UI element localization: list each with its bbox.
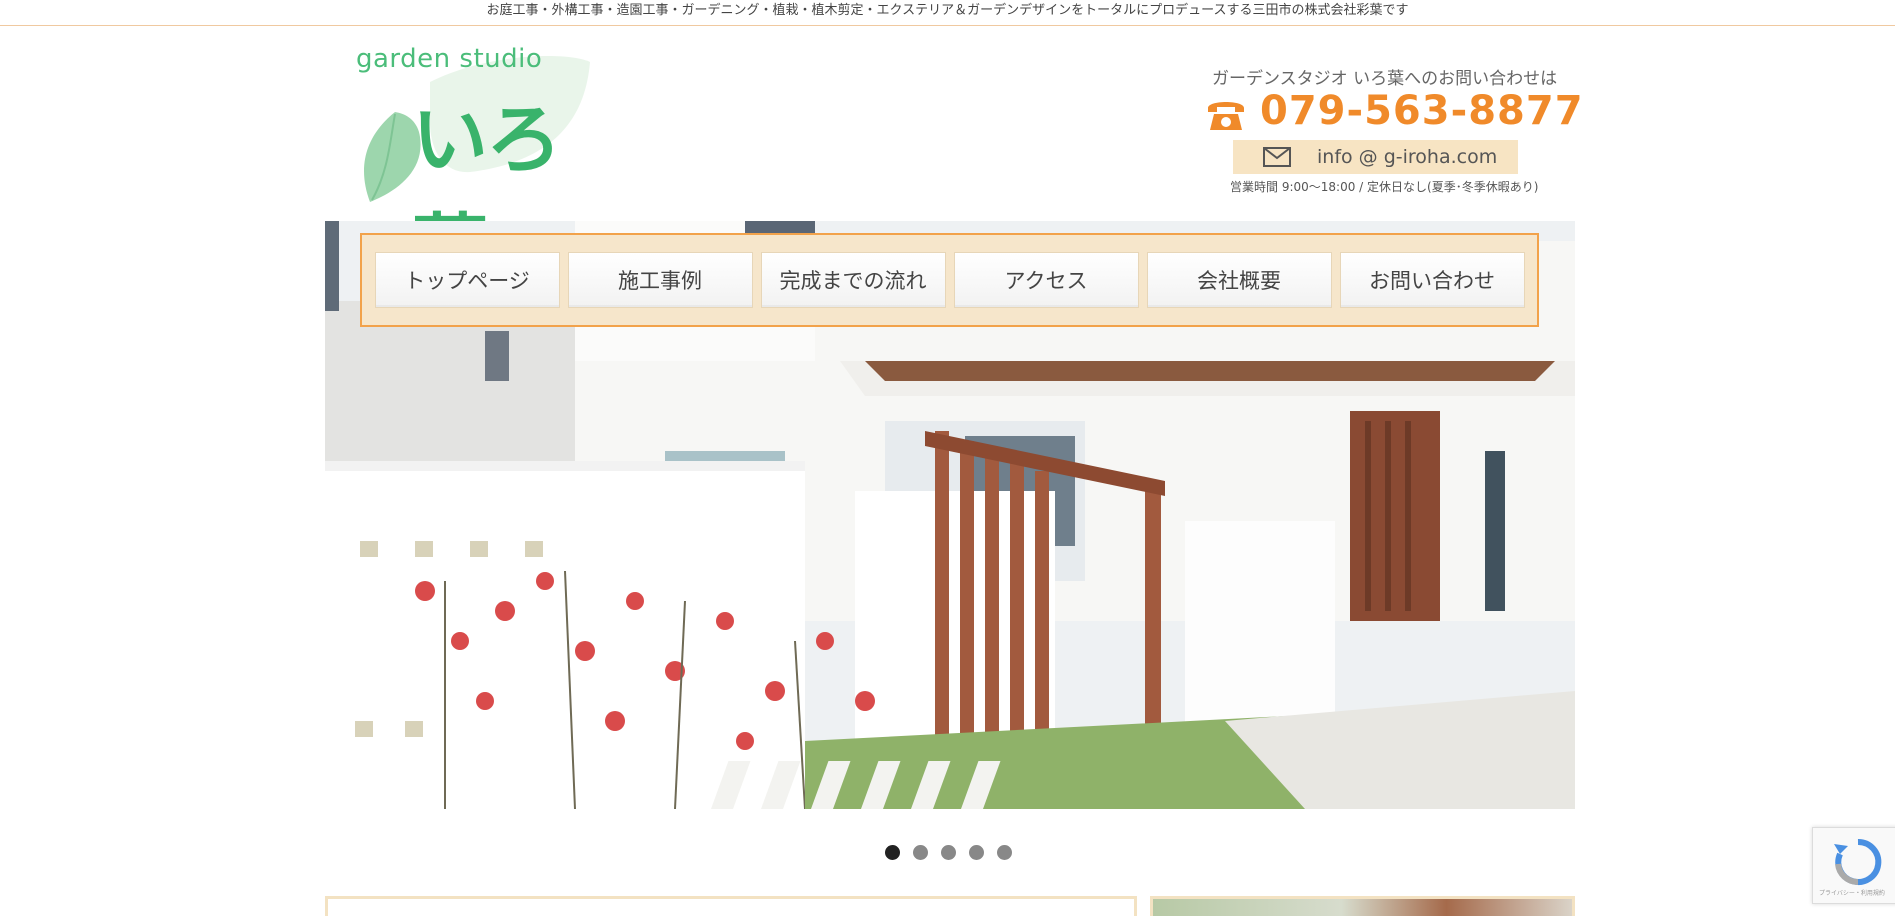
email-link[interactable]: info @ g-iroha.com (1233, 140, 1518, 174)
logo-english-text: garden studio (356, 44, 543, 74)
nav-access[interactable]: アクセス (953, 252, 1139, 308)
nav-label: 完成までの流れ (779, 269, 927, 293)
slider-dot-1[interactable] (885, 845, 900, 860)
slider-dot-4[interactable] (969, 845, 984, 860)
contact-lead: ガーデンスタジオ いろ葉へのお問い合わせは (1212, 69, 1558, 89)
nav-label: 施工事例 (618, 269, 702, 293)
content-panel-right-image (1150, 896, 1575, 916)
tagline-text: お庭工事・外構工事・造園工事・ガーデニング・植栽・植木剪定・エクステリア＆ガーデ… (486, 3, 1409, 18)
email-address: info @ g-iroha.com (1317, 146, 1498, 168)
phone-number[interactable]: 079-563-8877 (1260, 88, 1584, 134)
business-hours: 営業時間 9:00〜18:00 / 定休日なし(夏季･冬季休暇あり) (1230, 180, 1539, 194)
nav-label: お問い合わせ (1369, 269, 1495, 293)
mail-icon (1263, 147, 1291, 167)
slider-pagination (885, 845, 1012, 861)
slider-dot-2[interactable] (913, 845, 928, 860)
contact-block: ガーデンスタジオ いろ葉へのお問い合わせは 079-563-8877 info … (1200, 60, 1583, 200)
nav-label: 会社概要 (1197, 269, 1281, 293)
nav-label: アクセス (1004, 269, 1088, 293)
recaptcha-icon (1834, 838, 1882, 886)
nav-flow[interactable]: 完成までの流れ (760, 252, 946, 308)
slider-dot-5[interactable] (997, 845, 1012, 860)
phone-row[interactable]: 079-563-8877 (1204, 88, 1583, 144)
nav-top-page[interactable]: トップページ (374, 252, 560, 308)
main-navigation: トップページ 施工事例 完成までの流れ アクセス 会社概要 お問い合わせ (360, 233, 1539, 327)
content-panel-left (325, 896, 1137, 916)
recaptcha-badge[interactable]: プライバシー・利用規約 (1812, 827, 1895, 904)
site-logo[interactable]: garden studio いろ葉 (350, 42, 610, 294)
top-tagline-bar: お庭工事・外構工事・造園工事・ガーデニング・植栽・植木剪定・エクステリア＆ガーデ… (0, 0, 1895, 26)
nav-label: トップページ (404, 269, 530, 293)
slider-dot-3[interactable] (941, 845, 956, 860)
recaptcha-label[interactable]: プライバシー・利用規約 (1819, 888, 1885, 897)
telephone-icon (1208, 102, 1244, 130)
nav-company[interactable]: 会社概要 (1146, 252, 1332, 308)
nav-works[interactable]: 施工事例 (567, 252, 753, 308)
nav-contact[interactable]: お問い合わせ (1339, 252, 1525, 308)
